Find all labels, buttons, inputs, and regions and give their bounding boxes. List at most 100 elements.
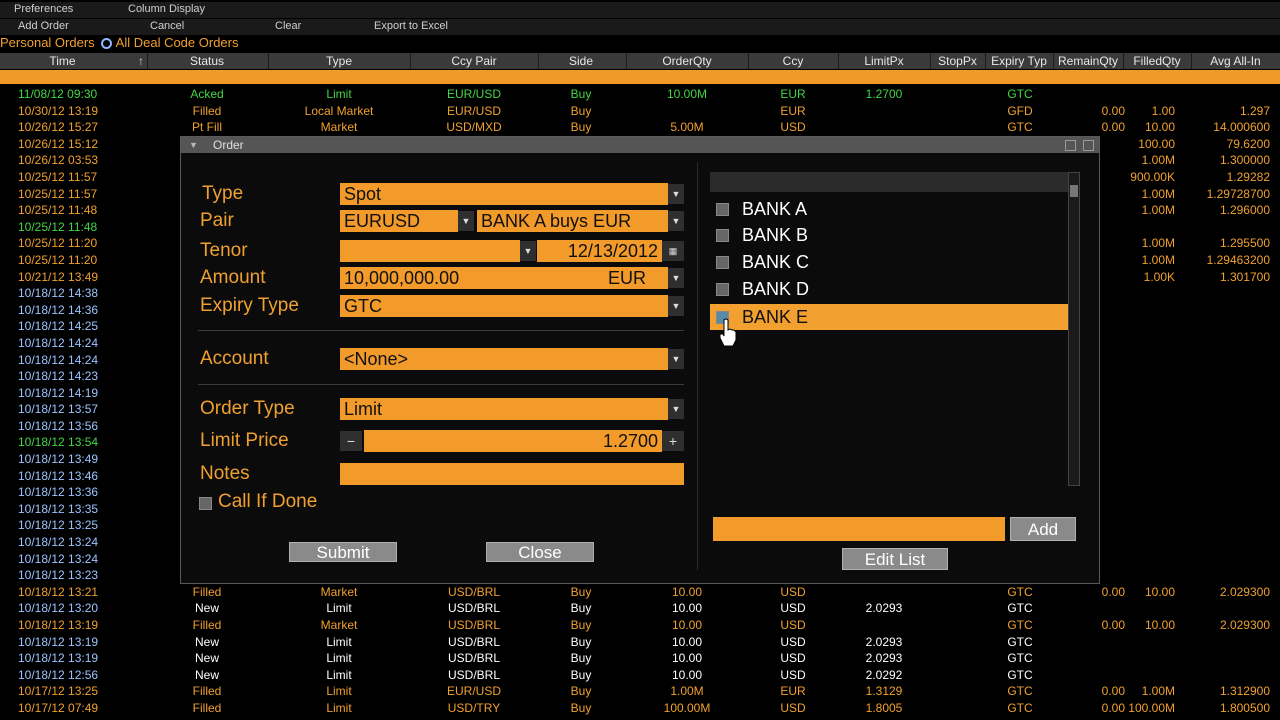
cell-side: Buy: [570, 684, 592, 699]
bank-item-e[interactable]: BANK E: [710, 304, 1068, 330]
table-row[interactable]: 10/18/12 12:56 New Limit USD/BRL Buy 10.00 USD…: [0, 667, 1280, 684]
table-row[interactable]: 10/17/12 07:49 Filled Limit USD/TRY Buy 100.0…: [0, 700, 1280, 717]
expiry-select[interactable]: GTC: [340, 295, 668, 317]
table-row[interactable]: 10/18/12 13:21 Filled Market USD/BRL Buy 10.0…: [0, 584, 1280, 601]
maximize-icon[interactable]: [1065, 140, 1076, 151]
col-ccy[interactable]: Ccy: [748, 54, 838, 68]
col-type[interactable]: Type: [268, 54, 410, 68]
chevron-down-icon[interactable]: ▼: [520, 241, 536, 261]
col-divider: [930, 53, 931, 69]
tenor-select[interactable]: [340, 240, 520, 262]
view-all-deal-code-orders[interactable]: All Deal Code Orders: [116, 35, 239, 50]
table-row[interactable]: 10/26/12 15:27 Pt Fill Market USD/MXD Buy 5.0…: [0, 119, 1280, 136]
menu-preferences[interactable]: Preferences: [14, 3, 73, 15]
chevron-down-icon[interactable]: ▼: [668, 211, 684, 231]
menu-cancel[interactable]: Cancel: [150, 20, 184, 32]
add-bank-field[interactable]: [713, 517, 1005, 541]
table-row[interactable]: 10/17/12 13:25 Filled Limit EUR/USD Buy 1.00M…: [0, 683, 1280, 700]
table-row[interactable]: 10/18/12 13:19 New Limit USD/BRL Buy 10.00 USD…: [0, 650, 1280, 667]
bank-checkbox[interactable]: [716, 256, 729, 269]
bank-checkbox[interactable]: [716, 229, 729, 242]
close-icon[interactable]: [1083, 140, 1094, 151]
pair-select[interactable]: EURUSD: [340, 210, 458, 232]
col-time[interactable]: Time: [0, 54, 125, 68]
table-row[interactable]: 10/18/12 13:19 Filled Market USD/BRL Buy 10.0…: [0, 617, 1280, 634]
col-ccy-pair[interactable]: Ccy Pair: [410, 54, 538, 68]
chevron-down-icon[interactable]: ▼: [668, 184, 684, 204]
bank-checkbox[interactable]: [716, 203, 729, 216]
scroll-thumb[interactable]: [1070, 185, 1078, 197]
divider: [198, 384, 684, 385]
amount-ccy: EUR: [607, 268, 646, 288]
minus-icon[interactable]: −: [340, 431, 362, 451]
menu-column-display[interactable]: Column Display: [128, 3, 205, 15]
order-dialog-titlebar[interactable]: ▼ Order: [181, 137, 1099, 153]
cell-status: New: [194, 651, 219, 666]
notes-field[interactable]: [340, 463, 684, 485]
bank-label: BANK C: [742, 252, 810, 272]
cell-qty: 1.00M: [670, 684, 704, 699]
cell-time: 10/18/12 12:56: [18, 667, 99, 682]
col-remainqty[interactable]: RemainQty: [1053, 54, 1123, 68]
sort-arrow-icon[interactable]: ↑: [137, 54, 145, 68]
amount-field[interactable]: 10,000,000.00 EUR: [340, 267, 668, 289]
cell-status: Filled: [192, 103, 222, 118]
type-select[interactable]: Spot: [340, 183, 668, 205]
col-orderqty[interactable]: OrderQty: [626, 54, 748, 68]
collapse-icon[interactable]: ▼: [189, 140, 198, 150]
bank-list-scrollbar[interactable]: [1068, 172, 1080, 486]
cell-status: Filled: [192, 684, 222, 699]
call-if-done-checkbox[interactable]: [199, 497, 212, 510]
bank-list: BANK A BANK B BANK C BANK D BANK E: [710, 172, 1068, 484]
table-row[interactable]: 10/18/12 13:20 New Limit USD/BRL Buy 10.00 USD…: [0, 600, 1280, 617]
filter-row[interactable]: [0, 70, 1280, 84]
cell-time: 10/18/12 13:21: [18, 584, 99, 599]
plus-icon[interactable]: +: [662, 431, 684, 451]
cell-time: 10/17/12 07:49: [18, 700, 99, 715]
bank-item-b[interactable]: BANK B: [710, 222, 1068, 248]
bank-list-header[interactable]: [710, 172, 1068, 192]
direction-select[interactable]: BANK A buys EUR: [477, 210, 668, 232]
col-limitpx[interactable]: LimitPx: [838, 54, 930, 68]
cell-avg: 1.29728700: [1206, 186, 1270, 201]
cell-qty: 10.00: [671, 667, 703, 682]
chevron-down-icon[interactable]: ▼: [668, 296, 684, 316]
radio-icon[interactable]: [100, 38, 112, 50]
tenor-date-field[interactable]: 12/13/2012: [537, 240, 662, 262]
menu-add-order[interactable]: Add Order: [18, 20, 69, 32]
cell-time: 10/18/12 13:36: [18, 485, 99, 500]
cell-avg: 1.295500: [1219, 236, 1270, 251]
col-side[interactable]: Side: [538, 54, 624, 68]
limit-price-field[interactable]: 1.2700: [364, 430, 662, 452]
order-type-select[interactable]: Limit: [340, 398, 668, 420]
table-row[interactable]: 11/08/12 09:30 Acked Limit EUR/USD Buy 10.00M…: [0, 86, 1280, 103]
add-button[interactable]: Add: [1010, 517, 1076, 541]
col-expiry[interactable]: Expiry Typ: [985, 54, 1053, 68]
col-filledqty[interactable]: FilledQty: [1123, 54, 1191, 68]
submit-button[interactable]: Submit: [289, 542, 397, 562]
col-stoppx[interactable]: StopPx: [930, 54, 985, 68]
menu-export-excel[interactable]: Export to Excel: [374, 20, 448, 32]
table-row[interactable]: 10/30/12 13:19 Filled Local Market EUR/USD B…: [0, 103, 1280, 120]
bank-item-d[interactable]: BANK D: [710, 276, 1068, 302]
chevron-down-icon[interactable]: ▼: [668, 399, 684, 419]
menu-clear[interactable]: Clear: [275, 20, 301, 32]
col-status[interactable]: Status: [147, 54, 267, 68]
col-avg-all-in[interactable]: Avg All-In: [1191, 54, 1280, 68]
chevron-down-icon[interactable]: ▼: [458, 211, 474, 231]
bank-item-a[interactable]: BANK A: [710, 196, 1068, 222]
calendar-icon[interactable]: ▦: [662, 241, 684, 261]
view-personal-orders[interactable]: Personal Orders: [0, 35, 95, 50]
table-row[interactable]: 10/18/12 13:19 New Limit USD/BRL Buy 10.00 USD…: [0, 634, 1280, 651]
cell-time: 10/21/12 13:49: [18, 269, 99, 284]
menu-bar-actions: Add Order Cancel Clear Export to Excel: [0, 19, 1280, 35]
chevron-down-icon[interactable]: ▼: [668, 268, 684, 288]
bank-checkbox[interactable]: [716, 283, 729, 296]
edit-list-button[interactable]: Edit List: [842, 548, 948, 570]
account-select[interactable]: <None>: [340, 348, 668, 370]
cell-fill: 1.00M: [1141, 236, 1175, 251]
close-button[interactable]: Close: [486, 542, 594, 562]
chevron-down-icon[interactable]: ▼: [668, 349, 684, 369]
cell-pair: USD/BRL: [447, 651, 500, 666]
bank-item-c[interactable]: BANK C: [710, 249, 1068, 275]
